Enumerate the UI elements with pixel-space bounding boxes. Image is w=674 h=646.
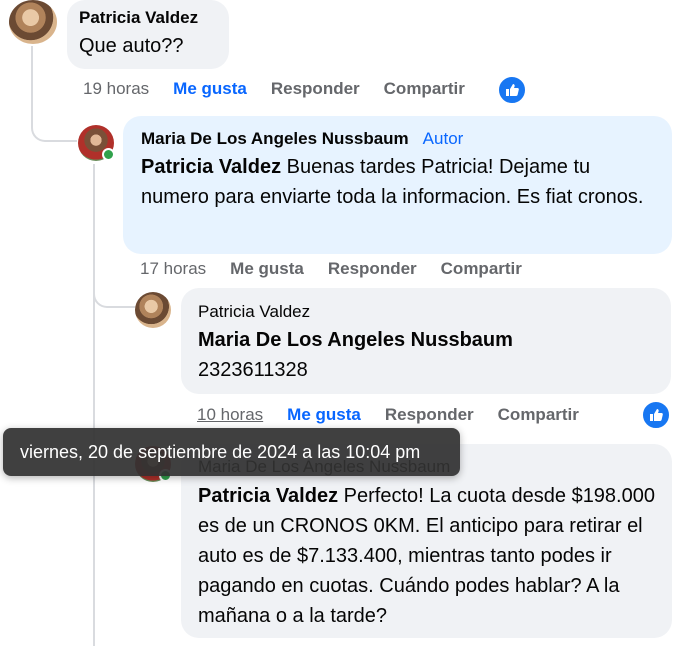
comment-bubble-3: Patricia Valdez Maria De Los Angeles Nus…: [181, 288, 671, 394]
timestamp-link[interactable]: 17 horas: [140, 259, 206, 279]
share-button[interactable]: Compartir: [441, 259, 522, 279]
like-button[interactable]: Me gusta: [230, 259, 304, 279]
avatar-patricia[interactable]: [9, 0, 57, 44]
comment-actions-3: 10 horas Me gusta Responder Compartir: [197, 405, 579, 425]
author-name[interactable]: Maria De Los Angeles Nussbaum: [141, 129, 409, 148]
reply-button[interactable]: Responder: [271, 79, 360, 99]
comment-author: Maria De Los Angeles Nussbaum Autor: [141, 128, 660, 150]
like-reaction-badge[interactable]: [641, 400, 671, 430]
mention-link[interactable]: Maria De Los Angeles Nussbaum: [198, 325, 659, 355]
thread-connector-2: [93, 276, 135, 308]
avatar-patricia[interactable]: [135, 292, 171, 328]
comment-actions-1: 19 horas Me gusta Responder Compartir: [83, 79, 465, 99]
comment-author[interactable]: Patricia Valdez: [198, 301, 659, 323]
timestamp-link[interactable]: 10 horas: [197, 405, 263, 425]
thumbs-up-icon: [650, 409, 663, 421]
author-badge: Autor: [422, 129, 464, 148]
thread-line-reply: [93, 164, 95, 646]
comment-actions-2: 17 horas Me gusta Responder Compartir: [140, 259, 522, 279]
share-button[interactable]: Compartir: [384, 79, 465, 99]
share-button[interactable]: Compartir: [498, 405, 579, 425]
comment-text: Que auto??: [79, 35, 184, 57]
comment-author[interactable]: Patricia Valdez: [79, 7, 217, 29]
reply-button[interactable]: Responder: [385, 405, 474, 425]
thread-connector-1: [31, 100, 77, 142]
avatar-maria[interactable]: [78, 125, 115, 161]
online-status-icon: [102, 148, 115, 161]
comment-bubble-1: Patricia Valdez Que auto??: [67, 0, 229, 69]
thumbs-up-icon: [506, 84, 519, 96]
comment-text: 2323611328: [198, 359, 308, 381]
mention-link[interactable]: Patricia Valdez: [198, 485, 338, 507]
timestamp-link[interactable]: 19 horas: [83, 79, 149, 99]
like-button[interactable]: Me gusta: [173, 79, 247, 99]
comment-text: Patricia Valdez Perfecto! La cuota desde…: [198, 481, 660, 631]
like-reaction-badge[interactable]: [497, 75, 527, 105]
reply-button[interactable]: Responder: [328, 259, 417, 279]
timestamp-tooltip: viernes, 20 de septiembre de 2024 a las …: [3, 428, 460, 476]
comment-bubble-2: Maria De Los Angeles Nussbaum Autor Patri…: [123, 116, 672, 254]
like-button[interactable]: Me gusta: [287, 405, 361, 425]
comment-text: Patricia Valdez Buenas tardes Patricia! …: [141, 152, 660, 212]
mention-link[interactable]: Patricia Valdez: [141, 156, 281, 178]
